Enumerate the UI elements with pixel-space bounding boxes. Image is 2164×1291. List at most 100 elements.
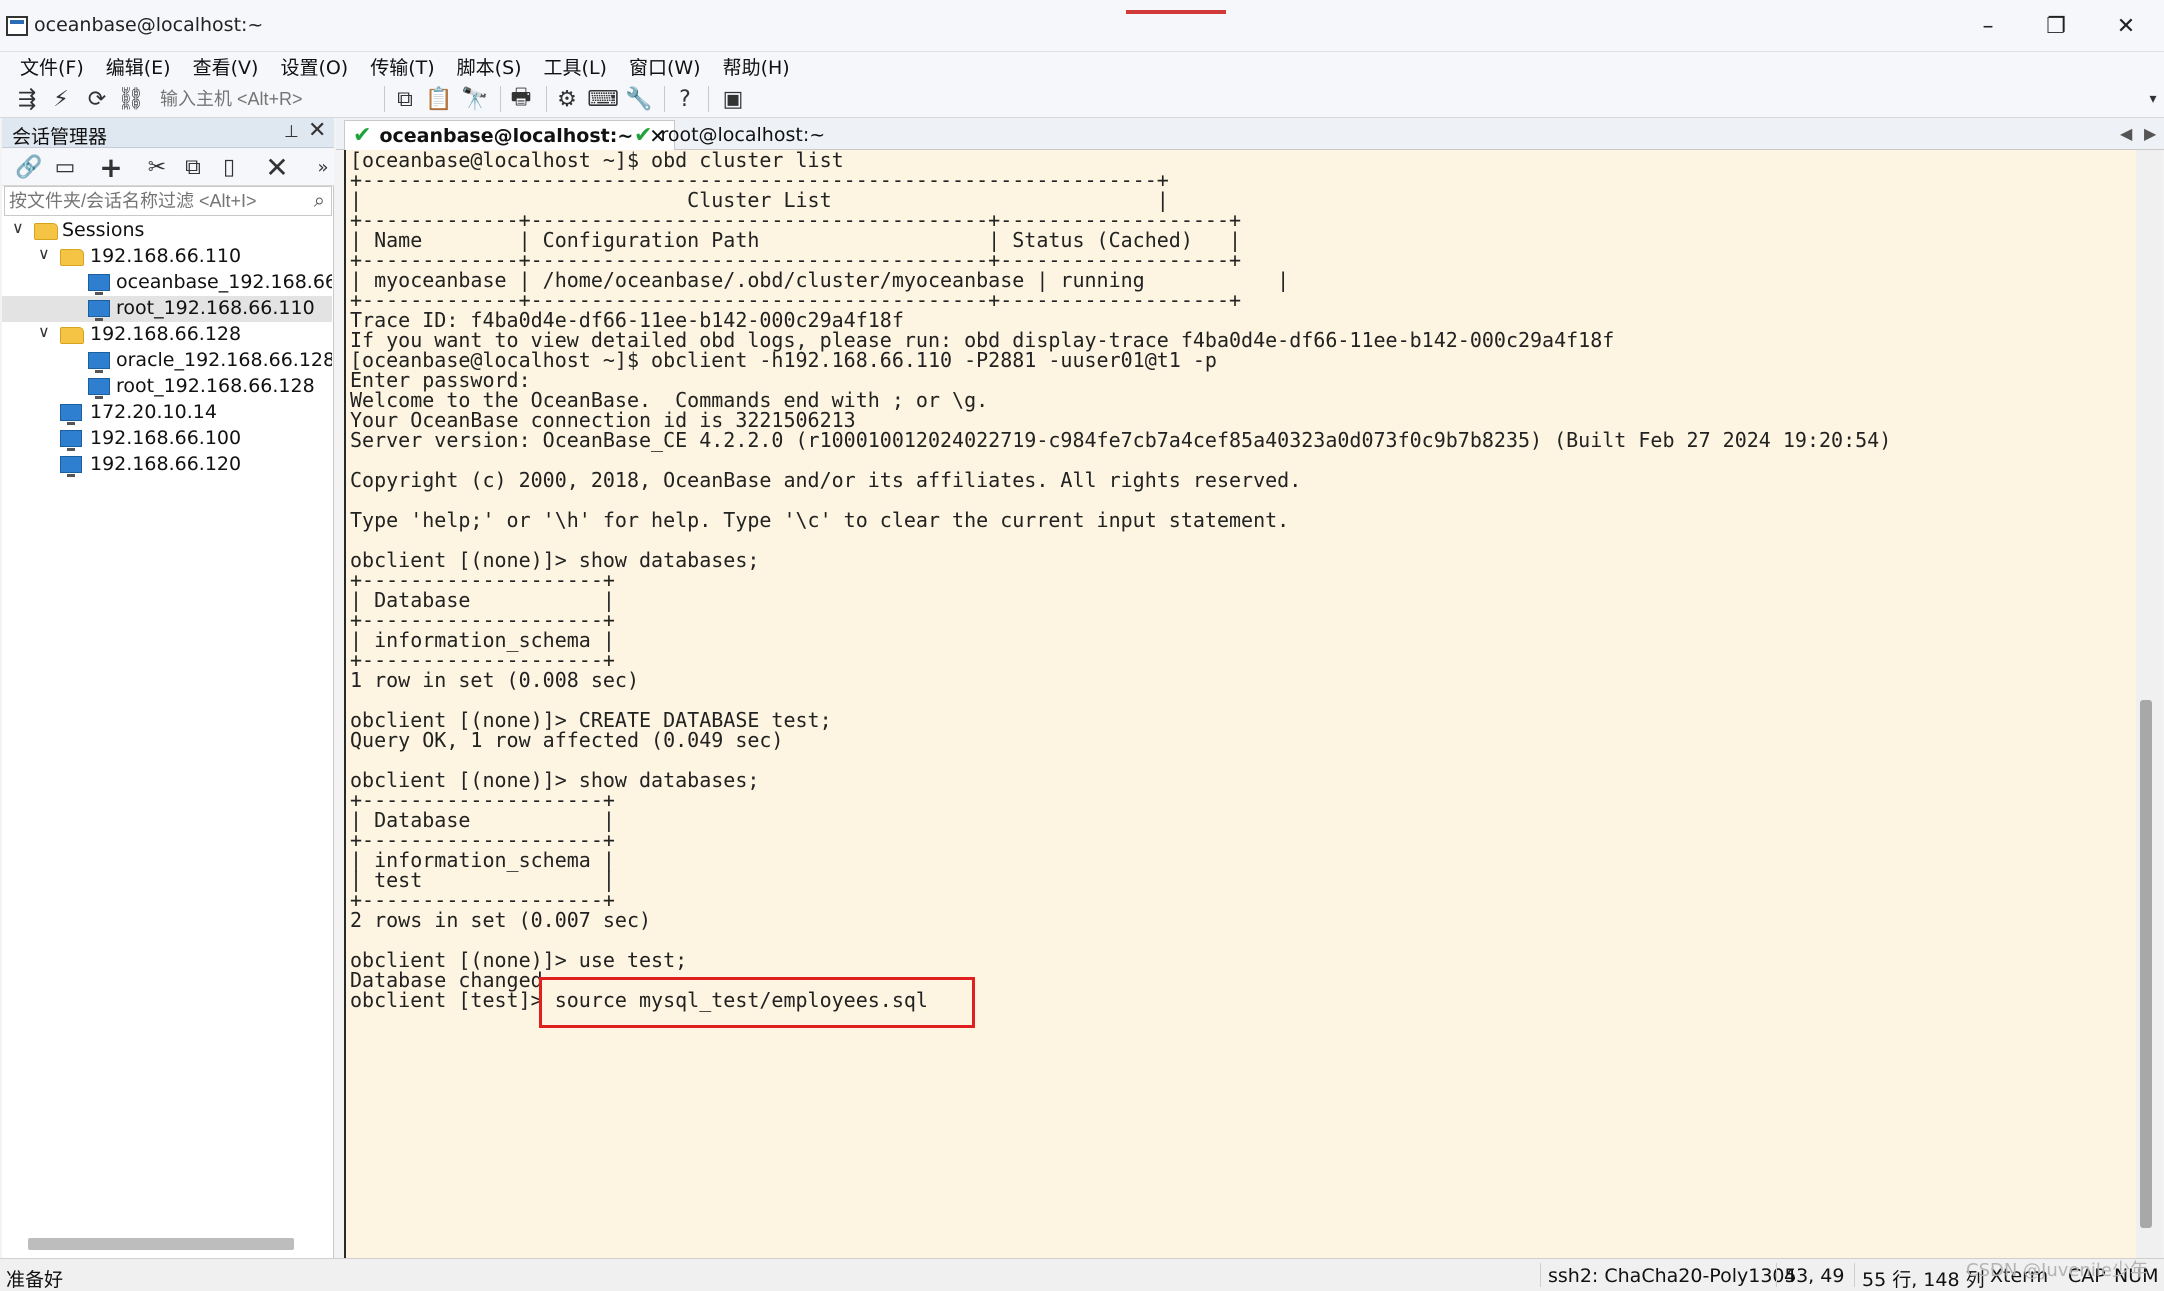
find-icon[interactable]: 🔭 <box>460 84 490 114</box>
session-manager-header: 会话管理器 ⊥ ✕ <box>2 118 334 148</box>
terminal-output[interactable]: [oceanbase@localhost ~]$ obd cluster lis… <box>344 150 2136 1258</box>
tree-label: 192.168.66.128 <box>90 323 242 345</box>
menu-tools[interactable]: 工具(L) <box>544 53 607 80</box>
close-panel-button[interactable]: ✕ <box>308 118 326 143</box>
menu-window[interactable]: 窗口(W) <box>629 53 701 80</box>
chevron-down-icon[interactable]: ∨ <box>12 218 24 237</box>
tree-label: root_192.168.66.128 <box>116 375 315 397</box>
more-icon[interactable]: » <box>308 152 338 182</box>
status-cursor: 43, 49 <box>1784 1265 1845 1287</box>
title-accent <box>1126 10 1226 14</box>
watermark: CSDN @Juvenile少年 <box>1966 1260 2148 1281</box>
connected-check-icon: ✔ <box>634 122 653 148</box>
sftp-icon[interactable]: 🔧 <box>624 84 654 114</box>
copy-session-icon[interactable]: ⧉ <box>178 152 208 182</box>
monitor-icon <box>60 404 82 425</box>
chevron-down-icon[interactable]: ∨ <box>38 322 50 341</box>
tree-sessions-root[interactable]: ∨ Sessions <box>2 218 332 244</box>
chevron-down-icon[interactable]: ∨ <box>38 244 50 263</box>
paste-icon[interactable]: 📋 <box>424 84 454 114</box>
tree-session-172[interactable]: 172.20.10.14 <box>2 400 332 426</box>
app-icon <box>6 16 28 36</box>
tab-scroll-right-icon[interactable]: ▶ <box>2144 124 2156 143</box>
toolbar-divider <box>384 86 385 112</box>
terminal-scrollbar-thumb[interactable] <box>2140 700 2152 1228</box>
session-horizontal-scrollbar[interactable] <box>28 1238 294 1250</box>
tree-session-root-110[interactable]: root_192.168.66.110 <box>2 296 332 322</box>
quick-connect-icon[interactable]: ⚡ <box>46 84 76 114</box>
tree-label: 172.20.10.14 <box>90 401 217 423</box>
menu-edit[interactable]: 编辑(E) <box>106 53 171 80</box>
tree-folder-66-128[interactable]: ∨ 192.168.66.128 <box>2 322 332 348</box>
connect-icon[interactable]: ⇶ <box>12 84 42 114</box>
close-window-button[interactable]: ✕ <box>2092 6 2160 46</box>
main-toolbar: ⇶ ⚡ ⟳ ⛓ ⧉ 📋 🔭 🖶 ⚙ ⌨ 🔧 ? ▣ ▾ <box>0 80 2164 118</box>
tree-label: Sessions <box>62 219 145 241</box>
folder-icon <box>60 249 84 266</box>
tree-session-66-100[interactable]: 192.168.66.100 <box>2 426 332 452</box>
search-icon[interactable]: ⌕ <box>314 188 325 212</box>
tree-label: 192.168.66.120 <box>90 453 242 475</box>
tree-session-root-128[interactable]: root_192.168.66.128 <box>2 374 332 400</box>
help-icon[interactable]: ? <box>670 84 700 114</box>
menu-bar: 文件(F) 编辑(E) 查看(V) 设置(O) 传输(T) 脚本(S) 工具(L… <box>0 52 2164 80</box>
link-icon[interactable]: 🔗 <box>14 152 44 182</box>
status-ready: 准备好 <box>6 1269 64 1291</box>
toolbar-overflow-icon[interactable]: ▾ <box>2138 84 2164 114</box>
connected-check-icon: ✔ <box>353 123 372 148</box>
delete-session-icon[interactable]: ✕ <box>262 151 292 184</box>
tab-scroll-left-icon[interactable]: ◀ <box>2120 124 2132 143</box>
tree-session-oceanbase-110[interactable]: oceanbase_192.168.66.110 <box>2 270 332 296</box>
tree-label: 192.168.66.100 <box>90 427 242 449</box>
tree-folder-66-110[interactable]: ∨ 192.168.66.110 <box>2 244 332 270</box>
pin-icon[interactable]: ⊥ <box>284 122 299 142</box>
disconnect-icon[interactable]: ⛓ <box>116 84 146 114</box>
print-icon[interactable]: 🖶 <box>506 84 536 114</box>
session-filter: ⌕ <box>4 186 332 216</box>
status-divider <box>1540 1263 1541 1287</box>
reconnect-icon[interactable]: ⟳ <box>82 84 112 114</box>
folder-icon <box>34 223 58 240</box>
monitor-icon <box>88 378 110 399</box>
menu-file[interactable]: 文件(F) <box>20 53 84 80</box>
tree-session-oracle-128[interactable]: oracle_192.168.66.128 <box>2 348 332 374</box>
tree-label: oracle_192.168.66.128 <box>116 349 332 371</box>
menu-help[interactable]: 帮助(H) <box>723 53 790 80</box>
session-tab-bar: ✔ oceanbase@localhost:~ ✕ ✔ root@localho… <box>336 118 2164 150</box>
terminal-text: [oceanbase@localhost ~]$ obd cluster lis… <box>350 148 1892 1012</box>
tree-session-66-120[interactable]: 192.168.66.120 <box>2 452 332 478</box>
status-bar: 准备好 ssh2: ChaCha20-Poly1305 43, 49 55 行,… <box>0 1258 2164 1291</box>
screen-icon[interactable]: ▣ <box>718 84 748 114</box>
menu-transfer[interactable]: 传输(T) <box>370 53 434 80</box>
new-tab-icon[interactable]: ▭ <box>50 152 80 182</box>
keymap-icon[interactable]: ⌨ <box>587 84 619 114</box>
cut-icon[interactable]: ✂ <box>142 152 172 182</box>
monitor-icon <box>60 456 82 477</box>
tab-root[interactable]: ✔ root@localhost:~ <box>626 120 833 150</box>
folder-icon <box>60 327 84 344</box>
copy-icon[interactable]: ⧉ <box>390 84 420 114</box>
paste-session-icon[interactable]: ▯ <box>214 152 244 182</box>
host-input[interactable] <box>156 86 376 112</box>
window-title: oceanbase@localhost:~ <box>34 14 264 36</box>
menu-script[interactable]: 脚本(S) <box>457 53 522 80</box>
status-protocol: ssh2: ChaCha20-Poly1305 <box>1548 1265 1797 1287</box>
monitor-icon <box>88 300 110 321</box>
title-bar: oceanbase@localhost:~ – ❐ ✕ <box>0 0 2164 52</box>
toolbar-divider <box>708 86 709 112</box>
menu-options[interactable]: 设置(O) <box>280 53 348 80</box>
settings-icon[interactable]: ⚙ <box>552 84 582 114</box>
tree-label: 192.168.66.110 <box>90 245 242 267</box>
add-session-icon[interactable]: + <box>96 151 126 184</box>
restore-button[interactable]: ❐ <box>2022 6 2090 46</box>
highlight-box <box>539 977 975 1028</box>
toolbar-divider <box>546 86 547 112</box>
minimize-button[interactable]: – <box>1954 6 2022 46</box>
session-manager-title: 会话管理器 <box>12 126 108 148</box>
session-manager-panel: 会话管理器 ⊥ ✕ 🔗 ▭ + ✂ ⧉ ▯ ✕ » ⌕ ∨ Sessions ∨… <box>2 118 334 1258</box>
session-filter-input[interactable] <box>9 189 299 213</box>
tab-label: root@localhost:~ <box>660 124 826 146</box>
session-toolbar: 🔗 ▭ + ✂ ⧉ ▯ ✕ » <box>2 148 334 186</box>
menu-view[interactable]: 查看(V) <box>193 53 259 80</box>
status-divider <box>1776 1263 1777 1287</box>
